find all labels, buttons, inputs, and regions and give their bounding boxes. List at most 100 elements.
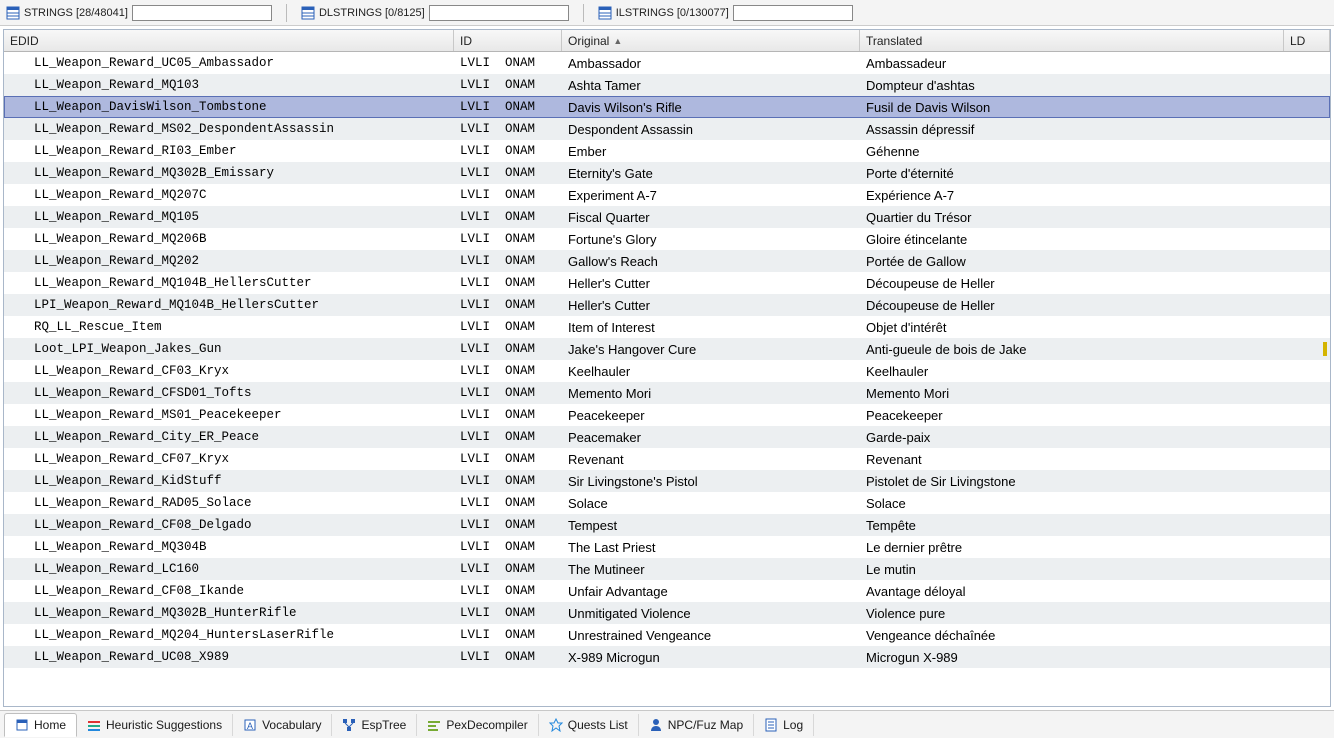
bottom-tab-quests-list[interactable]: Quests List xyxy=(539,714,639,736)
cell-ld xyxy=(1284,272,1330,294)
cell-original: Peacemaker xyxy=(562,426,860,448)
table-row[interactable]: LL_Weapon_Reward_MS02_DespondentAssassin… xyxy=(4,118,1330,140)
strings-filter-input[interactable] xyxy=(132,5,272,21)
cell-edid: LL_Weapon_Reward_City_ER_Peace xyxy=(4,426,454,448)
column-header-id[interactable]: ID xyxy=(454,30,562,51)
cell-edid: LL_Weapon_Reward_MS02_DespondentAssassin xyxy=(4,118,454,140)
table-icon xyxy=(598,6,612,20)
bottom-tab-vocabulary[interactable]: AVocabulary xyxy=(233,714,332,736)
table-row[interactable]: LL_Weapon_Reward_CF08_IkandeLVLI ONAMUnf… xyxy=(4,580,1330,602)
bottom-tab-pexdecompiler[interactable]: PexDecompiler xyxy=(417,714,538,736)
table-row[interactable]: LL_Weapon_Reward_MQ302B_EmissaryLVLI ONA… xyxy=(4,162,1330,184)
cell-original: Sir Livingstone's Pistol xyxy=(562,470,860,492)
table-row[interactable]: LPI_Weapon_Reward_MQ104B_HellersCutterLV… xyxy=(4,294,1330,316)
table-row[interactable]: LL_Weapon_Reward_CF03_KryxLVLI ONAMKeelh… xyxy=(4,360,1330,382)
table-row[interactable]: LL_Weapon_Reward_MQ105LVLI ONAMFiscal Qu… xyxy=(4,206,1330,228)
table-body[interactable]: LL_Weapon_Reward_UC05_AmbassadorLVLI ONA… xyxy=(4,52,1330,706)
dlstrings-filter-input[interactable] xyxy=(429,5,569,21)
cell-original: Gallow's Reach xyxy=(562,250,860,272)
cell-translated: Le dernier prêtre xyxy=(860,536,1284,558)
table-row[interactable]: LL_Weapon_Reward_CF07_KryxLVLI ONAMReven… xyxy=(4,448,1330,470)
bottom-tab-label: Vocabulary xyxy=(262,718,321,732)
table-row[interactable]: LL_Weapon_Reward_City_ER_PeaceLVLI ONAMP… xyxy=(4,426,1330,448)
table-row[interactable]: LL_Weapon_Reward_MS01_PeacekeeperLVLI ON… xyxy=(4,404,1330,426)
cell-id: LVLI ONAM xyxy=(454,184,562,206)
tab-ilstrings[interactable]: ILSTRINGS [0/130077] xyxy=(598,5,853,21)
bottom-tab-log[interactable]: Log xyxy=(754,714,814,736)
column-header-edid[interactable]: EDID xyxy=(4,30,454,51)
table-row[interactable]: LL_Weapon_Reward_LC160LVLI ONAMThe Mutin… xyxy=(4,558,1330,580)
table-row[interactable]: LL_Weapon_Reward_MQ202LVLI ONAMGallow's … xyxy=(4,250,1330,272)
cell-original: The Last Priest xyxy=(562,536,860,558)
cell-edid: LL_Weapon_Reward_UC08_X989 xyxy=(4,646,454,668)
cell-translated: Fusil de Davis Wilson xyxy=(860,96,1284,118)
table-row[interactable]: LL_Weapon_Reward_CF08_DelgadoLVLI ONAMTe… xyxy=(4,514,1330,536)
pex-icon xyxy=(427,718,441,732)
cell-translated: Ambassadeur xyxy=(860,52,1284,74)
column-header-original[interactable]: Original ▲ xyxy=(562,30,860,51)
table-row[interactable]: LL_Weapon_Reward_MQ103LVLI ONAMAshta Tam… xyxy=(4,74,1330,96)
tab-strings[interactable]: STRINGS [28/48041] xyxy=(6,5,272,21)
bottom-tab-label: NPC/Fuz Map xyxy=(668,718,743,732)
bottom-tab-label: Heuristic Suggestions xyxy=(106,718,222,732)
cell-translated: Expérience A-7 xyxy=(860,184,1284,206)
cell-edid: LL_Weapon_DavisWilson_Tombstone xyxy=(4,96,454,118)
table-row[interactable]: Loot_LPI_Weapon_Jakes_GunLVLI ONAMJake's… xyxy=(4,338,1330,360)
cell-translated: Violence pure xyxy=(860,602,1284,624)
ilstrings-filter-input[interactable] xyxy=(733,5,853,21)
cell-original: Experiment A-7 xyxy=(562,184,860,206)
bottom-tab-home[interactable]: Home xyxy=(4,713,77,737)
table-row[interactable]: LL_Weapon_Reward_RI03_EmberLVLI ONAMEmbe… xyxy=(4,140,1330,162)
table-row[interactable]: LL_Weapon_Reward_UC05_AmbassadorLVLI ONA… xyxy=(4,52,1330,74)
cell-id: LVLI ONAM xyxy=(454,536,562,558)
cell-translated: Dompteur d'ashtas xyxy=(860,74,1284,96)
cell-original: Tempest xyxy=(562,514,860,536)
table-row[interactable]: LL_Weapon_Reward_MQ204_HuntersLaserRifle… xyxy=(4,624,1330,646)
cell-original: Heller's Cutter xyxy=(562,294,860,316)
table-row[interactable]: LL_Weapon_Reward_MQ207CLVLI ONAMExperime… xyxy=(4,184,1330,206)
table-row[interactable]: LL_Weapon_Reward_MQ302B_HunterRifleLVLI … xyxy=(4,602,1330,624)
table-row[interactable]: LL_Weapon_Reward_MQ104B_HellersCutterLVL… xyxy=(4,272,1330,294)
cell-edid: LL_Weapon_Reward_CF08_Ikande xyxy=(4,580,454,602)
table-row[interactable]: LL_Weapon_Reward_UC08_X989LVLI ONAMX-989… xyxy=(4,646,1330,668)
table-icon xyxy=(301,6,315,20)
column-label: LD xyxy=(1290,34,1305,48)
cell-id: LVLI ONAM xyxy=(454,96,562,118)
table-row[interactable]: LL_Weapon_Reward_CFSD01_ToftsLVLI ONAMMe… xyxy=(4,382,1330,404)
table-row[interactable]: LL_Weapon_DavisWilson_TombstoneLVLI ONAM… xyxy=(4,96,1330,118)
table-row[interactable]: LL_Weapon_Reward_KidStuffLVLI ONAMSir Li… xyxy=(4,470,1330,492)
cell-translated: Pistolet de Sir Livingstone xyxy=(860,470,1284,492)
cell-original: Ambassador xyxy=(562,52,860,74)
cell-translated: Objet d'intérêt xyxy=(860,316,1284,338)
cell-original: Peacekeeper xyxy=(562,404,860,426)
cell-translated: Avantage déloyal xyxy=(860,580,1284,602)
column-header-translated[interactable]: Translated xyxy=(860,30,1284,51)
cell-ld xyxy=(1284,206,1330,228)
cell-ld xyxy=(1284,646,1330,668)
cell-ld xyxy=(1284,140,1330,162)
bottom-tab-esptree[interactable]: EspTree xyxy=(332,714,417,736)
cell-id: LVLI ONAM xyxy=(454,404,562,426)
cell-original: Unrestrained Vengeance xyxy=(562,624,860,646)
cell-ld xyxy=(1284,294,1330,316)
cell-id: LVLI ONAM xyxy=(454,118,562,140)
cell-edid: LL_Weapon_Reward_RAD05_Solace xyxy=(4,492,454,514)
table-row[interactable]: LL_Weapon_Reward_MQ206BLVLI ONAMFortune'… xyxy=(4,228,1330,250)
bottom-tab-heuristic-suggestions[interactable]: Heuristic Suggestions xyxy=(77,714,233,736)
cell-id: LVLI ONAM xyxy=(454,448,562,470)
cell-edid: LL_Weapon_Reward_MQ204_HuntersLaserRifle xyxy=(4,624,454,646)
table-row[interactable]: RQ_LL_Rescue_ItemLVLI ONAMItem of Intere… xyxy=(4,316,1330,338)
column-label: Translated xyxy=(866,34,922,48)
cell-edid: LPI_Weapon_Reward_MQ104B_HellersCutter xyxy=(4,294,454,316)
bottom-tab-npc-fuz-map[interactable]: NPC/Fuz Map xyxy=(639,714,754,736)
cell-edid: LL_Weapon_Reward_MQ202 xyxy=(4,250,454,272)
tab-dlstrings[interactable]: DLSTRINGS [0/8125] xyxy=(301,5,569,21)
table-row[interactable]: LL_Weapon_Reward_MQ304BLVLI ONAMThe Last… xyxy=(4,536,1330,558)
column-header-ld[interactable]: LD xyxy=(1284,30,1330,51)
cell-translated: Tempête xyxy=(860,514,1284,536)
cell-translated: Memento Mori xyxy=(860,382,1284,404)
bottom-tab-label: PexDecompiler xyxy=(446,718,527,732)
cell-ld xyxy=(1284,470,1330,492)
cell-original: Jake's Hangover Cure xyxy=(562,338,860,360)
table-row[interactable]: LL_Weapon_Reward_RAD05_SolaceLVLI ONAMSo… xyxy=(4,492,1330,514)
